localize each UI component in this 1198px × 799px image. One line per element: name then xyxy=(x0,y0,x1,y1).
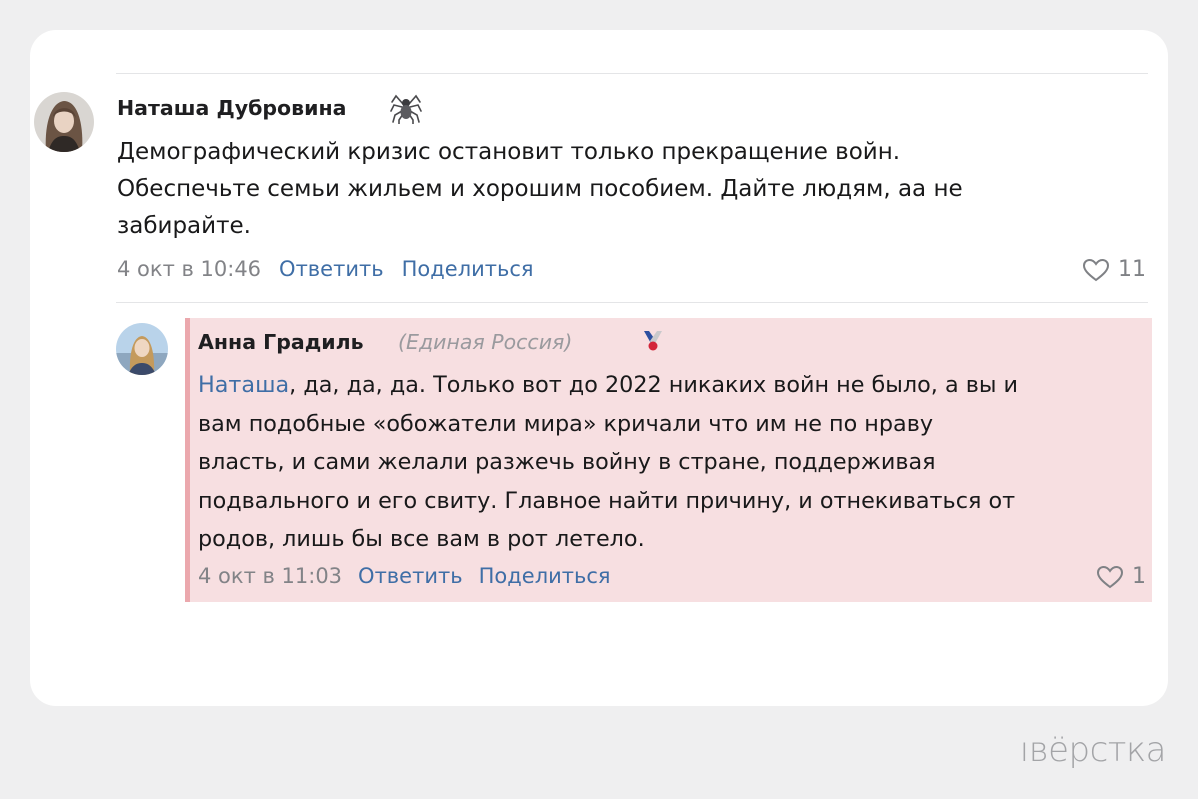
comment-meta: 4 окт в 10:46 Ответить Поделиться xyxy=(117,257,534,281)
reply-text-line: власть, и сами желали разжечь войну в ст… xyxy=(198,449,936,475)
reply-timestamp[interactable]: 4 окт в 11:03 xyxy=(198,564,342,588)
author-affiliation: (Единая Россия) xyxy=(398,330,573,354)
top-divider xyxy=(116,73,1148,74)
comment-text-line: Обеспечьте семьи жильем и хорошим пособи… xyxy=(117,176,963,202)
mention-link[interactable]: Наташа xyxy=(198,372,289,398)
comment-timestamp[interactable]: 4 окт в 10:46 xyxy=(117,257,261,281)
like-count: 1 xyxy=(1132,564,1146,589)
avatar[interactable] xyxy=(116,323,168,375)
comment-text-line: Демографический кризис остановит только … xyxy=(117,139,901,165)
watermark-logo: ıвёрстка xyxy=(1019,730,1167,770)
reply-author[interactable]: Анна Градиль xyxy=(198,330,364,354)
reply-text-line: родов, лишь бы все вам в рот летело. xyxy=(198,526,645,552)
like-count: 11 xyxy=(1118,257,1146,282)
reply-text-fragment: , да, да, да. Только вот до 2022 никаких… xyxy=(289,372,1019,398)
reply-text: Наташа, да, да, да. Только вот до 2022 н… xyxy=(198,366,1148,559)
like-button[interactable]: 11 xyxy=(1082,257,1146,282)
spider-icon xyxy=(390,90,422,125)
heart-icon xyxy=(1096,565,1124,588)
share-button[interactable]: Поделиться xyxy=(479,564,611,588)
heart-icon xyxy=(1082,258,1110,281)
comment-text-line: забирайте. xyxy=(117,213,251,239)
like-button[interactable]: 1 xyxy=(1096,564,1146,589)
party-ribbon-icon xyxy=(638,325,668,355)
comment-text: Демографический кризис остановит только … xyxy=(117,134,1137,245)
comment-author[interactable]: Наташа Дубровина xyxy=(117,96,346,120)
comment-card: Наташа Дубровина Демографический кризис … xyxy=(30,30,1168,706)
reply-button[interactable]: Ответить xyxy=(279,257,384,281)
share-button[interactable]: Поделиться xyxy=(402,257,534,281)
reply-text-line: подвального и его свиту. Главное найти п… xyxy=(198,487,1016,514)
reply-meta: 4 окт в 11:03 Ответить Поделиться xyxy=(198,564,611,588)
reply-button[interactable]: Ответить xyxy=(358,564,463,588)
reply-text-line: Наташа, да, да, да. Только вот до 2022 н… xyxy=(198,366,1148,405)
comment-divider xyxy=(116,302,1148,303)
reply-text-line: вам подобные «обожатели мира» кричали чт… xyxy=(198,410,934,437)
avatar[interactable] xyxy=(34,92,94,152)
